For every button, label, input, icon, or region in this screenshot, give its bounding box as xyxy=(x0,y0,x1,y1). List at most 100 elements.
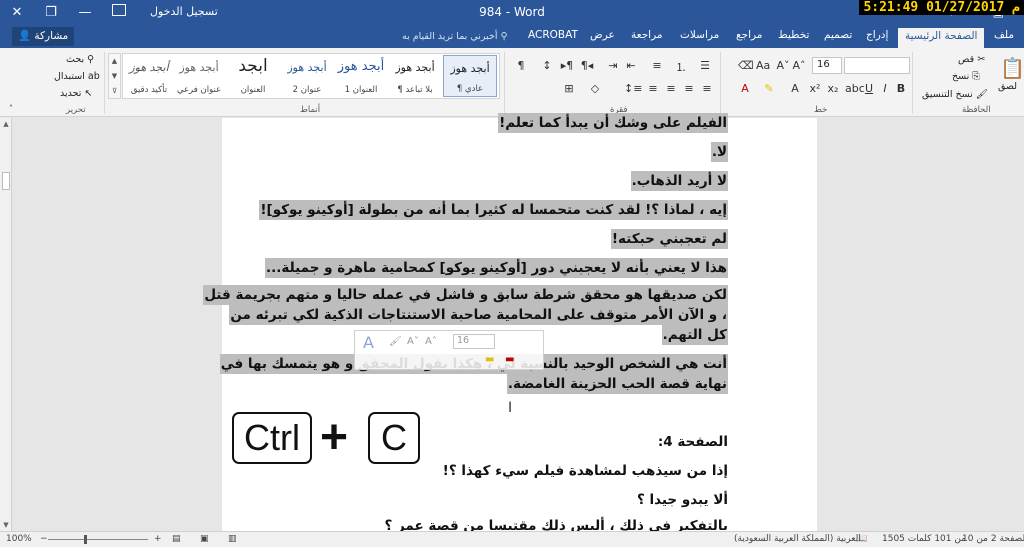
borders-icon[interactable]: ⊞ xyxy=(562,82,576,95)
style-title[interactable]: ابجد العنوان xyxy=(226,55,280,97)
tab-review[interactable]: مراجعة xyxy=(631,29,663,41)
style-subtle-emphasis[interactable]: أبجد هوز تأكيد دقيق xyxy=(122,55,176,97)
text-effects-icon[interactable]: A xyxy=(788,82,802,95)
format-painter-mini-icon[interactable]: 🖌 xyxy=(389,336,402,347)
find-button[interactable]: بحث ⚲ xyxy=(66,54,94,65)
shrink-font-icon[interactable]: A˅ xyxy=(776,59,790,72)
scroll-up-icon[interactable]: ▲ xyxy=(0,120,12,128)
zoom-slider[interactable] xyxy=(48,539,148,540)
document-page[interactable]: الفيلم على وشك أن يبدأ كما تعلم! لا. لا … xyxy=(203,113,817,534)
font-color-icon[interactable]: A xyxy=(738,82,752,95)
tab-insert[interactable]: إدراج xyxy=(866,29,888,41)
style-name: ¶ بلا تباعد xyxy=(397,85,433,95)
tab-home[interactable]: الصفحة الرئيسية xyxy=(898,28,985,48)
zoom-in-icon[interactable]: + xyxy=(154,534,162,544)
word-count[interactable]: 1505 من 101 كلمات xyxy=(882,534,966,544)
lightbulb-icon: ⚲ xyxy=(500,31,508,42)
increase-indent-icon[interactable]: ⇥ xyxy=(606,59,620,72)
bullets-icon[interactable]: ☰ xyxy=(698,59,712,72)
style-normal[interactable]: أبجد هوز ¶ عادي xyxy=(443,55,497,97)
shading-icon[interactable]: ◇ xyxy=(588,82,602,95)
decrease-indent-icon[interactable]: ⇤ xyxy=(624,59,638,72)
rtl-direction-icon[interactable]: ¶◂ xyxy=(580,59,594,72)
strikethrough-icon[interactable]: abc xyxy=(845,82,865,95)
tab-design[interactable]: تصميم xyxy=(824,29,852,41)
zoom-slider-thumb[interactable] xyxy=(84,535,87,544)
superscript-icon[interactable]: x² xyxy=(808,82,822,95)
read-mode-icon[interactable]: ▤ xyxy=(172,534,181,544)
doc-line: لكن صديقها هو محقق شرطة سابق و فاشل في ع… xyxy=(203,285,728,305)
doc-line: نهاية قصة الحب الحزينة الغامضة. xyxy=(506,374,728,394)
align-left-icon[interactable]: ≡ xyxy=(664,82,678,95)
font-color-mini-icon[interactable]: ▬ xyxy=(505,354,514,365)
paste-icon[interactable]: 📋 xyxy=(1000,56,1024,80)
mini-font-size-box[interactable]: 16 xyxy=(453,334,495,349)
share-label: مشاركة xyxy=(34,30,69,42)
scroll-down-icon[interactable]: ▼ xyxy=(0,521,12,529)
clear-formatting-icon[interactable]: ⌫ xyxy=(738,59,754,72)
vertical-scrollbar[interactable]: ▲ ▼ xyxy=(0,118,12,531)
ltr-direction-icon[interactable]: ▸¶ xyxy=(560,59,574,72)
collapse-ribbon-icon[interactable]: ˄ xyxy=(4,104,18,113)
tab-view[interactable]: عرض xyxy=(590,29,615,41)
styles-gallery: أبجد هوز ¶ عادي أبجد هوز ¶ بلا تباعد أبج… xyxy=(122,53,500,99)
style-subtitle[interactable]: أبجد هوز عنوان فرعي xyxy=(172,55,226,97)
doc-line: لم تعجبني حبكته! xyxy=(610,229,728,249)
tab-mailings[interactable]: مراسلات xyxy=(680,29,719,41)
font-name-box[interactable] xyxy=(844,57,910,74)
font-size-box[interactable]: 16 xyxy=(812,57,842,74)
language-indicator[interactable]: العربية (المملكة العربية السعودية) xyxy=(734,534,861,544)
tab-references[interactable]: مراجع xyxy=(736,29,762,41)
bold-button[interactable]: B xyxy=(894,82,908,95)
replace-button[interactable]: استبدال ab xyxy=(54,71,100,82)
cut-label: قص xyxy=(958,54,975,65)
styles-mini-icon[interactable]: A xyxy=(363,333,374,352)
grow-font-mini-icon[interactable]: A˄ xyxy=(425,336,437,347)
change-case-icon[interactable]: Aa xyxy=(756,59,770,72)
grow-font-icon[interactable]: A˄ xyxy=(792,59,806,72)
style-heading-2[interactable]: أبجد هوز عنوان 2 xyxy=(280,55,334,97)
multilevel-list-icon[interactable]: ≡ xyxy=(650,59,664,72)
share-button[interactable]: مشاركة 👤 xyxy=(12,27,75,46)
highlight-icon[interactable]: ✎ xyxy=(762,82,776,95)
doc-line: إذا من سيذهب لمشاهدة فيلم سيء كهذا ؟! xyxy=(442,463,728,479)
mini-toolbar[interactable]: A 🖌 A˅ A˄ 16 ▬ ▬ xyxy=(354,330,544,370)
paste-button[interactable]: لصق xyxy=(998,81,1017,92)
tell-me-box[interactable]: ⚲ أخبرني بما تريد القيام به xyxy=(402,31,508,42)
sort-icon[interactable]: ↕ xyxy=(540,59,554,72)
paintbrush-icon: 🖌 xyxy=(975,89,988,100)
shrink-font-mini-icon[interactable]: A˅ xyxy=(407,336,419,347)
style-no-spacing[interactable]: أبجد هوز ¶ بلا تباعد xyxy=(388,55,442,97)
zoom-out-icon[interactable]: − xyxy=(40,534,48,544)
tab-acrobat[interactable]: ACROBAT xyxy=(528,29,578,41)
page-count[interactable]: الصفحة 2 من 10 xyxy=(962,534,1024,544)
plus-sign-overlay: + xyxy=(320,411,349,464)
doc-line: ، و الآن الأمر متوقف على المحامية صاحبة … xyxy=(229,305,728,325)
highlight-mini-icon[interactable]: ▬ xyxy=(485,354,494,365)
print-layout-icon[interactable]: ▣ xyxy=(200,534,209,544)
align-center-icon[interactable]: ≡ xyxy=(682,82,696,95)
line-spacing-icon[interactable]: ↕≡ xyxy=(624,82,642,95)
format-painter-button[interactable]: نسخ التنسيق 🖌 xyxy=(922,89,988,100)
style-sample: أبجد هوز xyxy=(287,61,327,74)
styles-gallery-scroll[interactable]: ▲ ▼ ⊽ xyxy=(108,53,121,99)
tab-layout[interactable]: تخطيط xyxy=(778,29,809,41)
select-button[interactable]: تحديد ↖ xyxy=(60,88,92,99)
copy-button[interactable]: نسخ ⎘ xyxy=(952,71,980,82)
style-sample: أبجد هوز xyxy=(450,62,490,75)
zoom-level[interactable]: 100% xyxy=(6,534,32,544)
align-right-icon[interactable]: ≡ xyxy=(700,82,714,95)
cut-button[interactable]: قص ✂ xyxy=(958,54,985,65)
scroll-thumb[interactable] xyxy=(2,172,10,190)
doc-line: الفيلم على وشك أن يبدأ كما تعلم! xyxy=(498,113,728,133)
italic-button[interactable]: I xyxy=(878,82,892,95)
show-marks-icon[interactable]: ¶ xyxy=(514,59,528,72)
style-name: عنوان فرعي xyxy=(176,85,222,95)
web-layout-icon[interactable]: ▥ xyxy=(228,534,237,544)
numbering-icon[interactable]: ⒈ xyxy=(674,59,688,75)
subscript-icon[interactable]: x₂ xyxy=(826,82,840,95)
justify-icon[interactable]: ≡ xyxy=(646,82,660,95)
tab-file[interactable]: ملف xyxy=(994,29,1014,41)
group-divider xyxy=(504,52,505,114)
style-heading-1[interactable]: أبجد هوز العنوان 1 xyxy=(334,55,388,97)
